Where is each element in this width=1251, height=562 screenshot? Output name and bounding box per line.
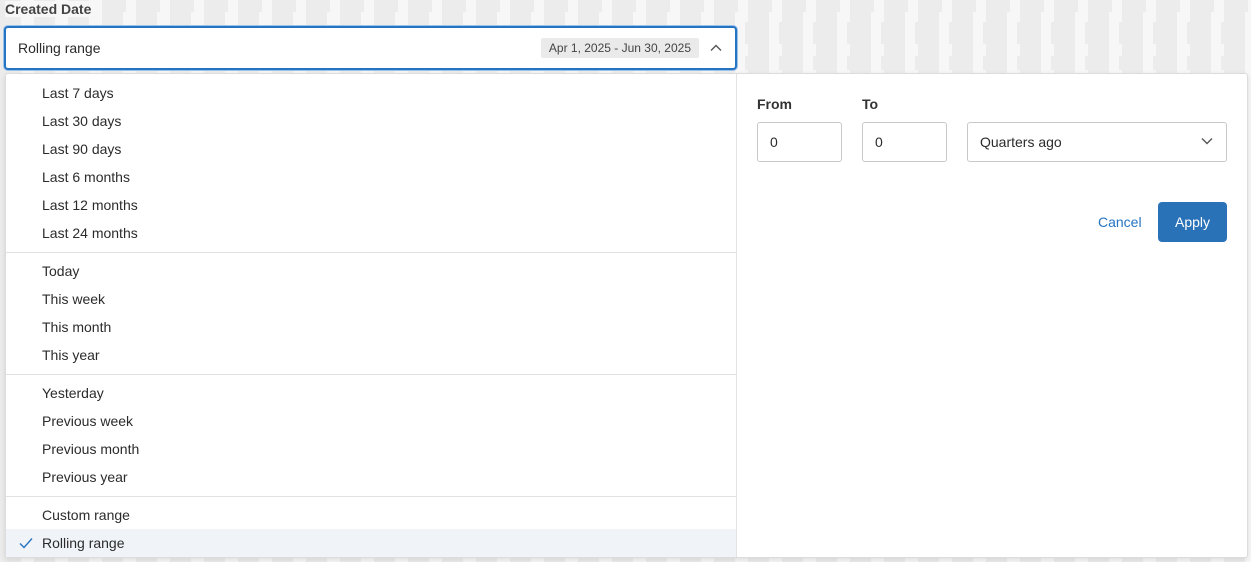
option-group-this: Today This week This month This year [6,253,736,375]
unit-select[interactable]: Quarters ago [967,122,1227,162]
option-group-last: Last 7 days Last 30 days Last 90 days La… [6,79,736,253]
option-previous-month[interactable]: Previous month [6,435,736,463]
chevron-up-icon[interactable] [709,41,723,55]
option-this-week[interactable]: This week [6,285,736,313]
date-range-select[interactable]: Rolling range Apr 1, 2025 - Jun 30, 2025 [4,26,737,70]
option-last-7-days[interactable]: Last 7 days [6,79,736,107]
option-previous-year[interactable]: Previous year [6,463,736,491]
option-today[interactable]: Today [6,257,736,285]
option-this-year[interactable]: This year [6,341,736,369]
option-group-previous: Yesterday Previous week Previous month P… [6,375,736,497]
option-last-6-months[interactable]: Last 6 months [6,163,736,191]
option-last-12-months[interactable]: Last 12 months [6,191,736,219]
unit-select-value: Quarters ago [980,134,1062,150]
check-icon [18,536,34,550]
preset-options-list: Last 7 days Last 30 days Last 90 days La… [6,74,737,557]
option-last-24-months[interactable]: Last 24 months [6,219,736,247]
select-value: Rolling range [18,40,101,56]
to-label: To [862,96,879,112]
cancel-button[interactable]: Cancel [1092,203,1148,241]
from-input[interactable] [757,122,842,162]
option-custom-range[interactable]: Custom range [6,501,736,529]
option-label: Rolling range [42,535,125,551]
apply-button[interactable]: Apply [1158,202,1227,242]
chevron-down-icon [1200,134,1214,151]
range-chip: Apr 1, 2025 - Jun 30, 2025 [540,38,699,58]
option-last-30-days[interactable]: Last 30 days [6,107,736,135]
field-label: Created Date [5,1,98,17]
from-label: From [757,96,792,112]
option-rolling-range[interactable]: Rolling range [6,529,736,557]
option-yesterday[interactable]: Yesterday [6,379,736,407]
option-previous-week[interactable]: Previous week [6,407,736,435]
option-last-90-days[interactable]: Last 90 days [6,135,736,163]
to-input[interactable] [862,122,947,162]
option-group-custom: Custom range Rolling range [6,497,736,562]
option-this-month[interactable]: This month [6,313,736,341]
